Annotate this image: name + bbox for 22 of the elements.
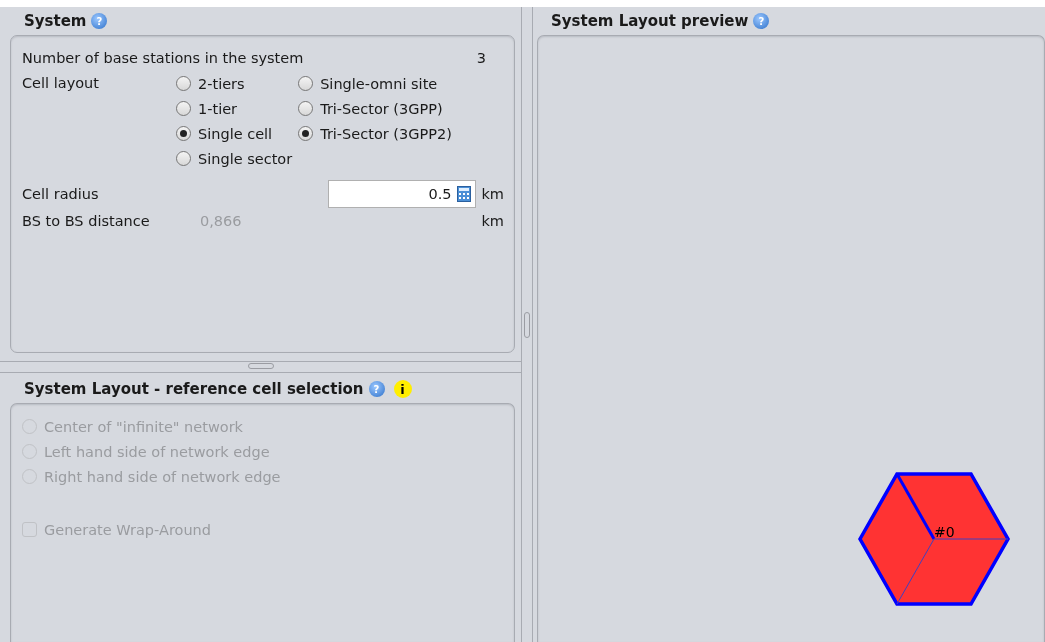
info-icon[interactable]: i bbox=[393, 380, 412, 398]
field-label: Number of base stations in the system bbox=[22, 50, 304, 66]
panel-title: System Layout - reference cell selection bbox=[24, 380, 364, 398]
field-value: 3 bbox=[476, 50, 486, 66]
input-field[interactable]: 0.5 bbox=[328, 180, 477, 208]
calculator-icon[interactable] bbox=[457, 186, 472, 202]
radio-option[interactable]: Single-omni site bbox=[298, 71, 452, 96]
panel-title: System bbox=[24, 12, 87, 30]
radio-option[interactable]: Single cell bbox=[176, 121, 293, 146]
unit-label: km bbox=[481, 213, 504, 229]
radio-option[interactable]: Single sector bbox=[176, 146, 293, 171]
panel-title: System Layout preview bbox=[551, 12, 749, 30]
radio-option[interactable]: Tri-Sector (3GPP) bbox=[298, 96, 452, 121]
radio-option[interactable]: 1-tier bbox=[176, 96, 293, 121]
field-label: BS to BS distance bbox=[22, 213, 151, 229]
radio-option[interactable]: 2-tiers bbox=[176, 71, 293, 96]
field-value: 0,866 bbox=[200, 213, 243, 229]
field-label: Cell layout bbox=[22, 74, 100, 93]
field-label: Cell radius bbox=[22, 186, 99, 202]
radio-option[interactable]: Tri-Sector (3GPP2) bbox=[298, 121, 452, 146]
cell-label: #0 bbox=[934, 524, 955, 540]
unit-label: km bbox=[481, 186, 504, 202]
